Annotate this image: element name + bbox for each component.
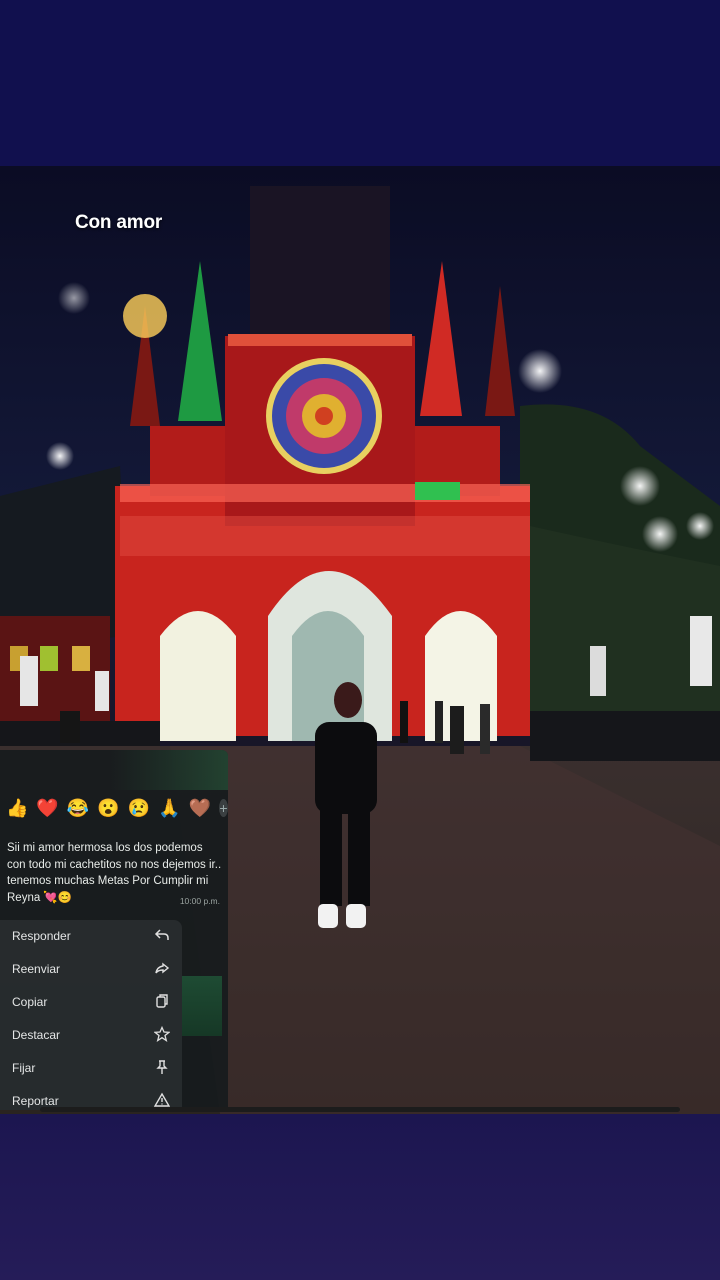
reaction-bar[interactable]: 👍 ❤️ 😂 😮 😢 🙏 🤎 + — [6, 794, 228, 822]
forward-icon — [155, 962, 170, 974]
menu-item-pin[interactable]: Fijar — [0, 1052, 182, 1085]
chat-bubble-edge — [182, 976, 222, 1036]
menu-item-reply[interactable]: Responder — [0, 920, 182, 953]
pin-icon — [156, 1060, 168, 1074]
reaction-sad[interactable]: 😢 — [128, 798, 150, 819]
menu-item-copy[interactable]: Copiar — [0, 986, 182, 1019]
menu-label-copy: Copiar — [12, 995, 48, 1009]
chat-screenshot-overlay: 👍 ❤️ 😂 😮 😢 🙏 🤎 + Sii mi amor hermosa los… — [0, 750, 228, 1110]
reaction-laugh[interactable]: 😂 — [67, 798, 89, 819]
reaction-thumbs-up[interactable]: 👍 — [6, 798, 28, 819]
home-indicator — [40, 1107, 680, 1112]
bottom-background — [0, 1114, 720, 1280]
warning-icon — [154, 1092, 170, 1107]
reaction-wow[interactable]: 😮 — [97, 798, 119, 819]
story-caption: Con amor — [75, 212, 163, 233]
menu-item-forward[interactable]: Reenviar — [0, 953, 182, 986]
reaction-heart[interactable]: ❤️ — [36, 798, 58, 819]
message-time: 10:00 p.m. — [179, 896, 220, 906]
reaction-pray[interactable]: 🙏 — [158, 798, 180, 819]
menu-label-pin: Fijar — [12, 1061, 36, 1075]
reply-icon — [154, 929, 169, 940]
top-background — [0, 0, 720, 166]
menu-label-reply: Responder — [12, 929, 71, 943]
menu-item-star[interactable]: Destacar — [0, 1019, 182, 1052]
copy-icon — [156, 994, 168, 1008]
context-menu: Responder Reenviar Copiar Destacar Fijar… — [0, 920, 182, 1110]
reaction-more-button[interactable]: + — [218, 799, 228, 817]
menu-label-star: Destacar — [12, 1028, 61, 1042]
message-bubble: Sii mi amor hermosa los dos podemos con … — [0, 836, 228, 912]
reaction-brown-heart[interactable]: 🤎 — [189, 798, 211, 819]
menu-label-forward: Reenviar — [12, 962, 61, 976]
star-icon — [154, 1026, 170, 1042]
menu-label-report: Reportar — [12, 1094, 59, 1108]
